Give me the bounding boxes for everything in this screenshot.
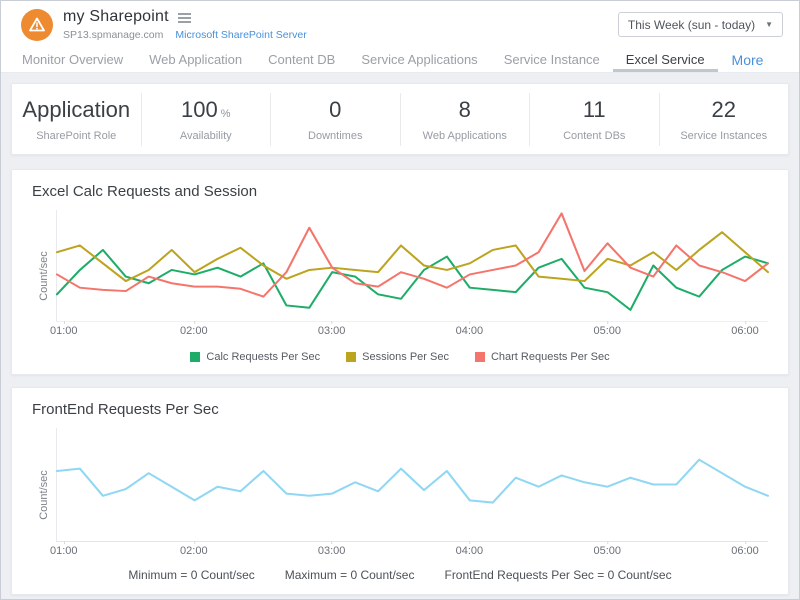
- stats-bar: ApplicationSharePoint Role100%Availabili…: [11, 83, 789, 155]
- x-tick-label: 05:00: [593, 545, 621, 557]
- line-chart-plot: [56, 210, 768, 322]
- stat-label: Downtimes: [271, 130, 400, 142]
- time-range-value: This Week (sun - today): [628, 18, 755, 32]
- time-range-dropdown[interactable]: This Week (sun - today) ▼: [618, 12, 783, 37]
- stat-value-text: 8: [459, 97, 471, 122]
- y-axis-label: Count/sec: [32, 210, 56, 342]
- nav-tabs: Monitor OverviewWeb ApplicationContent D…: [1, 47, 799, 73]
- stat-value: 0: [271, 97, 400, 123]
- legend-swatch: [190, 352, 200, 362]
- stat-suffix: %: [221, 108, 231, 120]
- x-tick-label: 03:00: [318, 325, 346, 337]
- x-tick-label: 06:00: [731, 325, 759, 337]
- summary-stat: FrontEnd Requests Per Sec = 0 Count/sec: [444, 568, 671, 582]
- tab-monitor-overview[interactable]: Monitor Overview: [9, 47, 136, 72]
- stat-value-text: Application: [22, 97, 130, 122]
- monitor-host: SP13.spmanage.com: [63, 29, 163, 41]
- legend-swatch: [475, 352, 485, 362]
- nav-more-link[interactable]: More: [718, 47, 778, 72]
- x-axis-ticks: 01:0002:0003:0004:0005:0006:00: [56, 545, 768, 562]
- chart-title: Excel Calc Requests and Session: [32, 183, 768, 200]
- excel-calc-chart-card: Excel Calc Requests and Session Count/se…: [11, 169, 789, 375]
- stat-label: Service Instances: [660, 130, 789, 142]
- stat-label: Availability: [142, 130, 271, 142]
- legend-item-sessions-per-sec[interactable]: Sessions Per Sec: [346, 351, 449, 363]
- hamburger-menu-icon[interactable]: [178, 11, 191, 23]
- legend-label: Chart Requests Per Sec: [491, 351, 610, 363]
- dashboard-window: my Sharepoint SP13.spmanage.com Microsof…: [0, 0, 800, 600]
- stat-content-dbs: 11 Content DBs: [529, 93, 659, 146]
- x-tick-label: 06:00: [731, 545, 759, 557]
- stat-label: SharePoint Role: [12, 130, 141, 142]
- tab-service-applications[interactable]: Service Applications: [348, 47, 490, 72]
- stat-label: Content DBs: [530, 130, 659, 142]
- stat-value-text: 22: [712, 97, 736, 122]
- chart-title: FrontEnd Requests Per Sec: [32, 401, 768, 418]
- x-axis-ticks: 01:0002:0003:0004:0005:0006:00: [56, 325, 768, 342]
- frontend-requests-chart-card: FrontEnd Requests Per Sec Count/sec 01:0…: [11, 387, 789, 595]
- stat-downtimes: 0 Downtimes: [270, 93, 400, 146]
- stat-value: 8: [401, 97, 530, 123]
- header: my Sharepoint SP13.spmanage.com Microsof…: [1, 1, 799, 47]
- stat-availability: 100% Availability: [141, 93, 271, 146]
- stat-value-text: 100: [181, 97, 218, 122]
- x-tick-label: 04:00: [456, 325, 484, 337]
- chart-summary: Minimum = 0 Count/sec Maximum = 0 Count/s…: [32, 568, 768, 582]
- series-frontend-requests-per-sec: [57, 460, 768, 503]
- line-chart-plot: [56, 428, 768, 542]
- summary-stat: Maximum = 0 Count/sec: [285, 568, 415, 582]
- monitor-status-logo: [21, 9, 53, 41]
- tab-excel-service[interactable]: Excel Service: [613, 47, 718, 72]
- legend-label: Sessions Per Sec: [362, 351, 449, 363]
- stat-value: 100%: [142, 97, 271, 123]
- x-tick-label: 04:00: [456, 545, 484, 557]
- legend-item-calc-requests-per-sec[interactable]: Calc Requests Per Sec: [190, 351, 320, 363]
- x-tick-label: 01:00: [50, 545, 78, 557]
- stat-sharepoint-role: Application SharePoint Role: [12, 93, 141, 146]
- stat-service-instances: 22 Service Instances: [659, 93, 789, 146]
- x-tick-label: 02:00: [180, 325, 208, 337]
- tab-service-instance[interactable]: Service Instance: [491, 47, 613, 72]
- stat-value-text: 0: [329, 97, 341, 122]
- x-tick-label: 05:00: [593, 325, 621, 337]
- stat-label: Web Applications: [401, 130, 530, 142]
- tab-content-db[interactable]: Content DB: [255, 47, 348, 72]
- legend-item-chart-requests-per-sec[interactable]: Chart Requests Per Sec: [475, 351, 610, 363]
- legend-label: Calc Requests Per Sec: [206, 351, 320, 363]
- stat-value: Application: [12, 97, 141, 123]
- monitor-title: my Sharepoint: [63, 8, 169, 26]
- x-tick-label: 01:00: [50, 325, 78, 337]
- x-tick-label: 03:00: [318, 545, 346, 557]
- stat-value: 11: [530, 97, 659, 123]
- y-axis-label: Count/sec: [32, 428, 56, 562]
- summary-stat: Minimum = 0 Count/sec: [128, 568, 254, 582]
- tab-web-application[interactable]: Web Application: [136, 47, 255, 72]
- stat-web-applications: 8 Web Applications: [400, 93, 530, 146]
- warning-triangle-icon: [21, 9, 53, 41]
- x-tick-label: 02:00: [180, 545, 208, 557]
- title-block: my Sharepoint SP13.spmanage.com Microsof…: [63, 8, 307, 41]
- chevron-down-icon: ▼: [765, 20, 773, 29]
- legend-swatch: [346, 352, 356, 362]
- stat-value: 22: [660, 97, 789, 123]
- sharepoint-server-link[interactable]: Microsoft SharePoint Server: [175, 29, 306, 41]
- chart-legend: Calc Requests Per Sec Sessions Per Sec Cha…: [32, 344, 768, 370]
- stat-value-text: 11: [583, 97, 606, 122]
